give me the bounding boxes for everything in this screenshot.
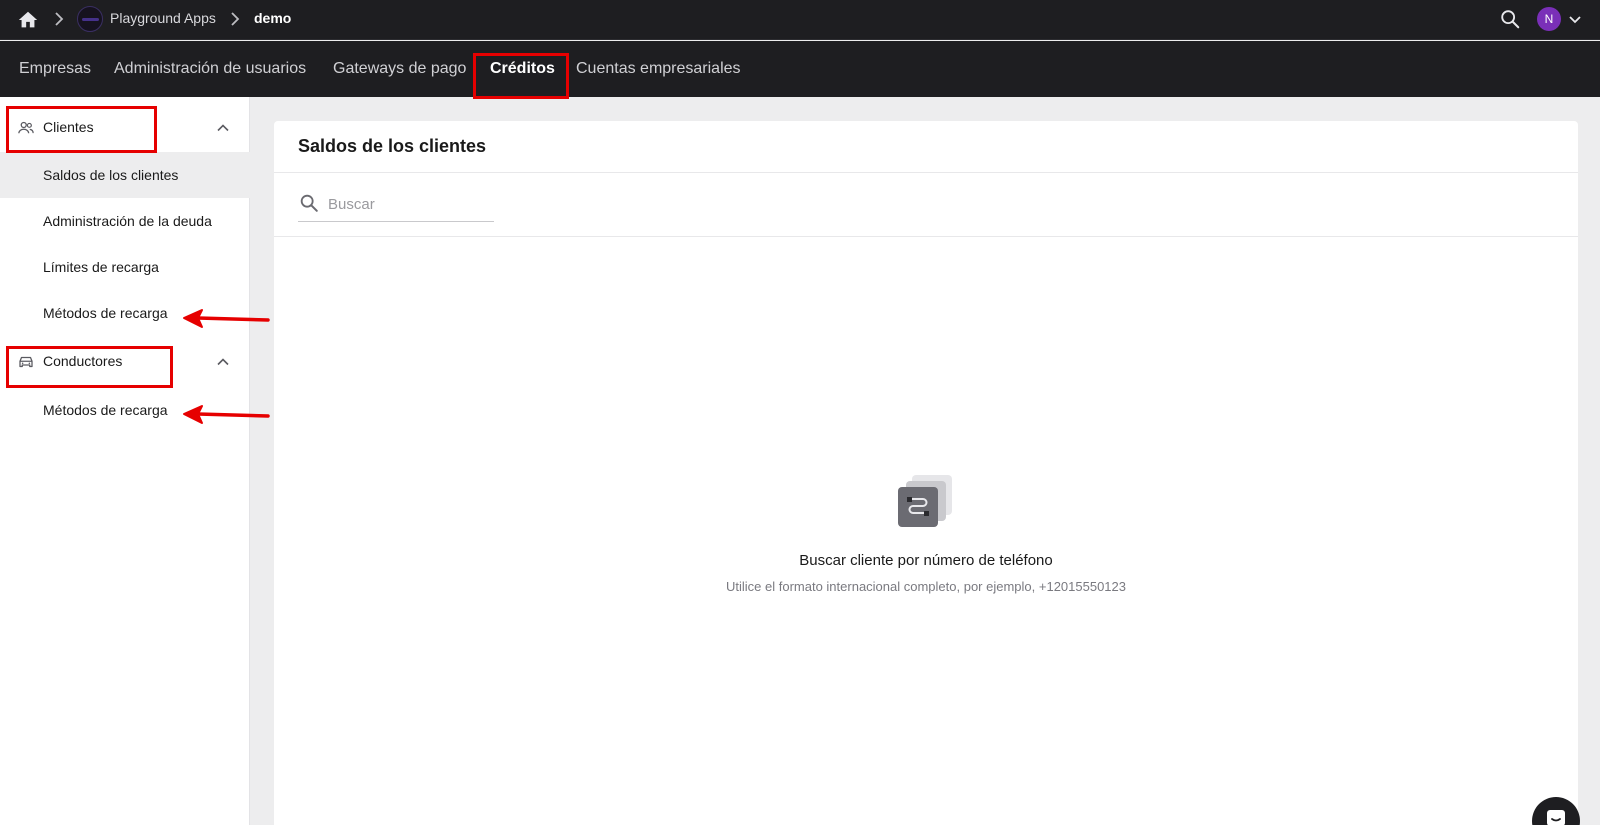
chevron-up-icon[interactable] — [214, 353, 232, 371]
annotation-arrow-icon — [183, 405, 270, 424]
sidebar-item-label: Límites de recarga — [43, 259, 159, 275]
annotation-arrow-icon — [183, 309, 270, 328]
chevron-up-icon[interactable] — [214, 119, 232, 137]
top-bar: Playground Apps demo N — [0, 0, 1600, 40]
sidebar-group-label: Clientes — [43, 119, 94, 135]
search-icon[interactable] — [1499, 8, 1521, 30]
divider — [274, 172, 1578, 173]
org-avatar[interactable] — [77, 6, 103, 32]
sidebar-item-label: Métodos de recarga — [43, 305, 168, 321]
empty-state-title: Buscar cliente por número de teléfono — [799, 552, 1053, 569]
main-nav: Empresas Administración de usuarios Gate… — [0, 41, 1600, 97]
sidebar-item-label: Saldos de los clientes — [43, 167, 179, 183]
user-initial: N — [1544, 12, 1554, 26]
chevron-down-icon[interactable] — [1567, 12, 1583, 28]
sidebar-item-label: Métodos de recarga — [43, 402, 168, 418]
search-field[interactable] — [298, 191, 494, 222]
sidebar-item-saldos-clientes[interactable]: Saldos de los clientes — [0, 152, 250, 198]
empty-state-icon — [898, 475, 952, 527]
breadcrumb-current[interactable]: demo — [254, 10, 291, 26]
sidebar-item-label: Administración de la deuda — [43, 213, 212, 229]
nav-item-empresas[interactable]: Empresas — [19, 60, 91, 78]
search-input[interactable] — [328, 191, 492, 217]
nav-item-administracion-usuarios[interactable]: Administración de usuarios — [114, 60, 306, 78]
sidebar-group-conductores[interactable]: Conductores — [0, 340, 250, 384]
sidebar-item-limites-recarga[interactable]: Límites de recarga — [0, 244, 250, 290]
nav-item-cuentas-empresariales[interactable]: Cuentas empresariales — [576, 60, 741, 78]
search-icon — [300, 194, 318, 212]
main-panel: Saldos de los clientes Buscar cliente po… — [274, 121, 1578, 825]
car-icon — [19, 356, 33, 368]
home-icon[interactable] — [17, 9, 39, 31]
nav-item-gateways-pago[interactable]: Gateways de pago — [333, 60, 466, 78]
sidebar-group-label: Conductores — [43, 353, 123, 369]
sidebar-item-administracion-deuda[interactable]: Administración de la deuda — [0, 198, 250, 244]
breadcrumb-org[interactable]: Playground Apps — [110, 10, 216, 26]
chevron-right-icon — [55, 12, 64, 26]
nav-item-creditos[interactable]: Créditos — [490, 60, 555, 78]
chevron-right-icon — [231, 12, 240, 26]
divider — [274, 236, 1578, 237]
page-title: Saldos de los clientes — [298, 136, 487, 156]
empty-state-description: Utilice el formato internacional complet… — [726, 579, 1126, 594]
chat-icon — [1547, 810, 1565, 825]
people-icon — [18, 121, 34, 134]
sidebar: Clientes Saldos de los clientes Administ… — [0, 97, 250, 825]
user-avatar[interactable]: N — [1537, 7, 1561, 31]
sidebar-group-clientes[interactable]: Clientes — [0, 106, 250, 150]
